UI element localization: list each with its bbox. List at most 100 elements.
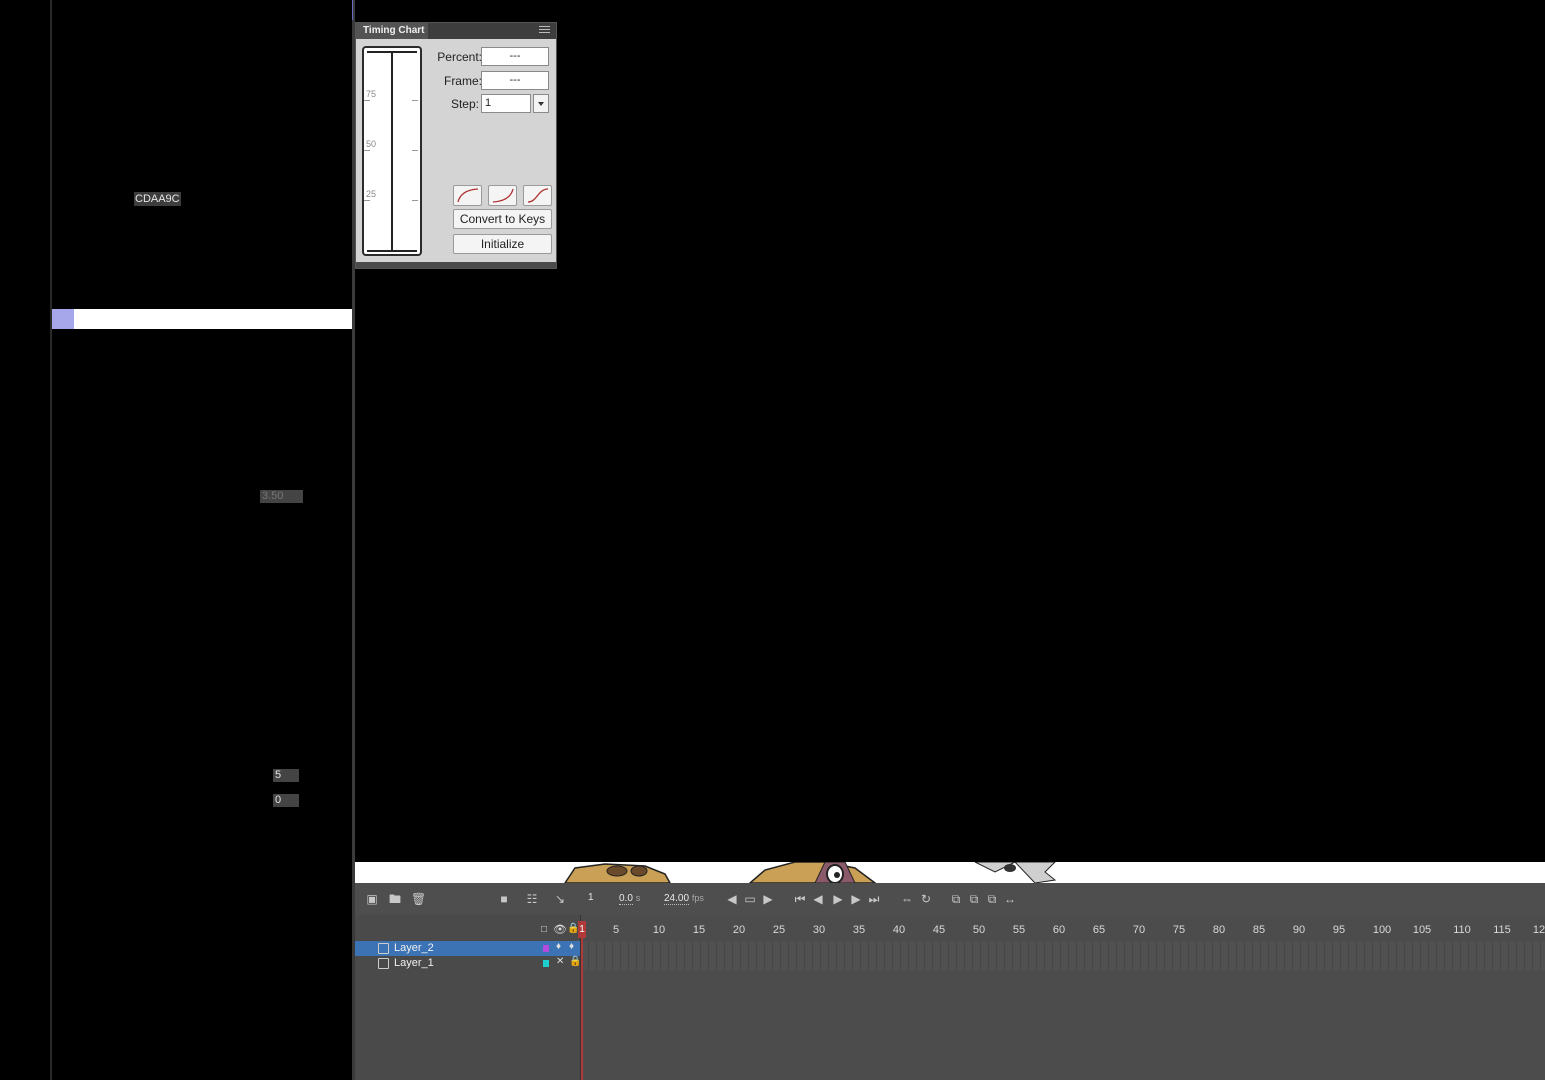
ruler-label: 60 [1052, 924, 1066, 936]
layer-row-layer-1[interactable]: Layer_1 ✕ 🔒 [355, 956, 581, 971]
layer-name[interactable]: Layer_2 [394, 942, 434, 954]
new-layer-icon[interactable]: ▣ [365, 892, 379, 906]
delete-layer-icon[interactable]: 🗑 [411, 892, 426, 906]
hidden-x-icon[interactable]: ✕ [556, 956, 564, 967]
current-frame-field[interactable]: 1 [588, 891, 594, 905]
step-forward-icon[interactable]: ▶ [849, 892, 863, 906]
visibility-dot-icon[interactable]: ♦ [556, 941, 561, 952]
step-field[interactable]: 1 [481, 94, 531, 113]
frame-field[interactable]: --- [481, 71, 549, 90]
ruler-label: 110 [1453, 924, 1471, 936]
graph-tick [412, 200, 418, 201]
ruler-label: 70 [1132, 924, 1146, 936]
graph-editor-icon[interactable]: ↘ [553, 892, 567, 906]
percent-row: Percent: --- [428, 47, 553, 67]
lock-dot-icon[interactable]: ♦ [569, 941, 574, 952]
outline-column-icon[interactable]: □ [541, 924, 547, 935]
add-keyframe-icon[interactable]: ▭ [743, 892, 757, 906]
percent-label: Percent: [437, 50, 482, 64]
properties-panel [52, 0, 352, 1080]
stage-artwork [355, 862, 1545, 883]
frame-ruler[interactable]: 5 10 15 20 25 30 35 40 45 50 55 60 65 70… [581, 923, 1545, 943]
ease-in-curve-icon [492, 188, 514, 203]
fps-field[interactable]: 24.00 fps [664, 891, 704, 906]
layer-color-swatch[interactable] [543, 945, 549, 952]
ruler-label: 15 [692, 924, 706, 936]
go-to-first-frame-icon[interactable]: ⏮ [793, 892, 807, 906]
ease-out-button[interactable] [453, 185, 482, 206]
panel-menu-icon[interactable] [539, 26, 550, 35]
ruler-label: 10 [652, 924, 666, 936]
ruler-label: 40 [892, 924, 906, 936]
timing-chart-header[interactable]: Timing Chart [356, 23, 556, 39]
step-row: Step: 1 [428, 94, 553, 114]
graph-bottom-line [367, 250, 417, 252]
timing-chart-graph[interactable]: 75 50 25 [362, 46, 422, 256]
left-dock-strip [0, 0, 51, 1080]
ruler-label: 75 [1172, 924, 1186, 936]
numeric-field-b[interactable]: 0 [273, 794, 299, 807]
previous-keyframe-icon[interactable]: ◀ [725, 892, 739, 906]
graph-tick [364, 200, 370, 201]
timeline-toolbar: ▣ 🖿 🗑 ■ ☷ ↘ 1 0.0 s 24.00 fps ◀ ▭ ▶ ⏮ ◀ … [355, 883, 1545, 915]
step-dropdown-icon[interactable] [533, 94, 549, 113]
ruler-label: 85 [1252, 924, 1266, 936]
layer-name[interactable]: Layer_1 [394, 957, 434, 969]
center-frame-icon[interactable]: ⇔ [900, 892, 914, 906]
loop-icon[interactable]: ↻ [919, 892, 933, 906]
frame-area[interactable]: 5 10 15 20 25 30 35 40 45 50 55 60 65 70… [581, 915, 1545, 1080]
go-to-last-frame-icon[interactable]: ⏭ [867, 892, 881, 906]
playhead-frame-number[interactable]: 1 [578, 921, 586, 938]
ease-out-curve-icon [457, 188, 479, 203]
next-keyframe-icon[interactable]: ▶ [761, 892, 775, 906]
dimmed-numeric-field[interactable]: 3.50 [260, 490, 303, 503]
time-field[interactable]: 0.0 s [619, 891, 640, 906]
layer-row-layer-2[interactable]: Layer_2 ♦ ♦ [355, 941, 580, 956]
new-folder-icon[interactable]: 🖿 [388, 892, 402, 906]
initialize-button[interactable]: Initialize [453, 234, 552, 254]
ease-in-out-curve-icon [527, 188, 549, 203]
graph-label-25: 25 [366, 189, 377, 199]
graph-tick [364, 100, 370, 101]
modify-markers-icon[interactable]: ↔ [1003, 892, 1017, 906]
ruler-label: 95 [1332, 924, 1346, 936]
layer-icon [378, 943, 389, 954]
ruler-label: 12 [1532, 924, 1545, 936]
ruler-label: 30 [812, 924, 826, 936]
numeric-field-a[interactable]: 5 [273, 769, 299, 782]
convert-to-keys-button[interactable]: Convert to Keys [453, 209, 552, 229]
ease-in-out-button[interactable] [523, 185, 552, 206]
ease-in-button[interactable] [488, 185, 517, 206]
step-back-icon[interactable]: ◀ [811, 892, 825, 906]
ruler-label: 25 [772, 924, 786, 936]
ruler-label: 35 [852, 924, 866, 936]
color-bar[interactable] [52, 309, 352, 329]
graph-label-75: 75 [366, 89, 377, 99]
color-swatch[interactable] [52, 309, 74, 329]
onion-skin-icon[interactable]: ⧉ [949, 892, 963, 906]
ruler-label: 45 [932, 924, 946, 936]
edit-multiple-frames-icon[interactable]: ⧉ [985, 892, 999, 906]
timeline-panel: ▣ 🖿 🗑 ■ ☷ ↘ 1 0.0 s 24.00 fps ◀ ▭ ▶ ⏮ ◀ … [355, 883, 1545, 1080]
layer-color-swatch[interactable] [543, 960, 549, 967]
frame-row-layer-2[interactable] [581, 941, 1545, 956]
panel-bottom-edge [356, 262, 556, 268]
layer-parenting-icon[interactable]: ☷ [525, 892, 539, 906]
ruler-label: 50 [972, 924, 986, 936]
ruler-label: 100 [1372, 924, 1392, 936]
percent-field[interactable]: --- [481, 47, 549, 66]
timing-chart-tab[interactable]: Timing Chart [356, 23, 428, 39]
ruler-label: 65 [1092, 924, 1106, 936]
eye-icon[interactable]: 👁 [553, 923, 567, 936]
frame-row: Frame: --- [428, 71, 553, 91]
graph-tick [412, 100, 418, 101]
hex-color-value[interactable]: CDAA9C [134, 192, 181, 206]
layer-list: □ 👁 🔒 Layer_2 ♦ ♦ Layer_1 ✕ 🔒 [355, 915, 581, 1080]
time-value: 0.0 [619, 893, 633, 905]
playhead[interactable] [581, 921, 583, 1080]
frame-row-layer-1[interactable] [581, 956, 1545, 971]
camera-icon[interactable]: ■ [497, 892, 511, 906]
onion-skin-outlines-icon[interactable]: ⧉ [967, 892, 981, 906]
play-icon[interactable]: ▶ [831, 892, 845, 906]
layer-icon [378, 958, 389, 969]
